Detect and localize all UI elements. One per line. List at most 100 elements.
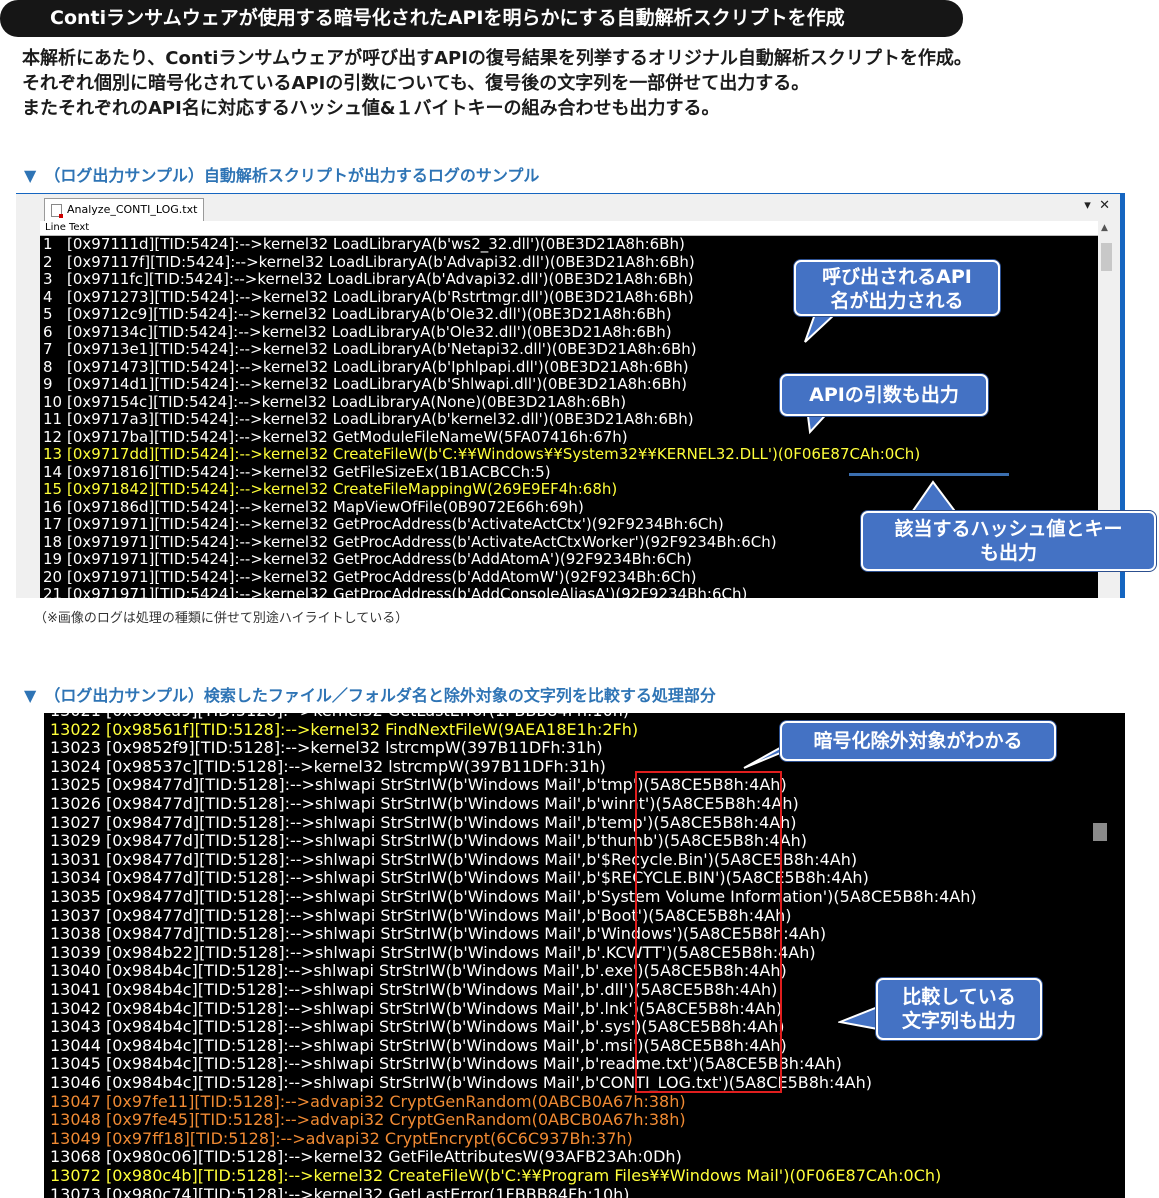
line-number: 16 xyxy=(43,497,63,516)
scroll-up-icon[interactable]: ▲ xyxy=(1101,223,1108,233)
note-text: （※画像のログは処理の種類に併せて別途ハイライトしている） xyxy=(34,611,409,626)
line-number: 1 xyxy=(43,236,53,253)
line-number: 6 xyxy=(43,322,53,341)
log-row[interactable]: 13049 [0x97ff18][TID:5128]:-->advapi32 C… xyxy=(50,1129,633,1149)
section2-heading-text: （ログ出力サンプル）検索したファイル／フォルダ名と除外対象の文字列を比較する処理… xyxy=(44,686,716,705)
callout-api-name-text: 呼び出されるAPI 名が出力される xyxy=(822,266,972,312)
log-row[interactable]: 7 [0x9713e1][TID:5424]:-->kernel32 LoadLi… xyxy=(40,340,697,359)
column-text[interactable]: Text xyxy=(69,221,89,235)
log-row[interactable]: 13035 [0x98477d][TID:5128]:-->shlwapi St… xyxy=(50,887,977,907)
log-row[interactable]: 12 [0x9717ba][TID:5424]:-->kernel32 GetMo… xyxy=(40,427,628,447)
log-text: [0x971971][TID:5424]:-->kernel32 GetProc… xyxy=(67,550,692,568)
line-number: 14 xyxy=(43,462,63,481)
line-number: 18 xyxy=(43,532,63,551)
log-row[interactable]: 9 [0x9714d1][TID:5424]:-->kernel32 LoadLi… xyxy=(40,375,687,394)
scrollbar-thumb[interactable] xyxy=(1101,243,1112,271)
intro-line: それぞれ個別に暗号化されているAPIの引数についても、復号後の文字列を一部併せて… xyxy=(22,73,810,94)
log-text: [0x97117f][TID:5424]:-->kernel32 LoadLib… xyxy=(67,252,695,271)
log-excerpt-window[interactable]: 13021 [0x980ca9][TID:5128]:-->kernel32 G… xyxy=(44,713,1125,1198)
callout-hash-key: 該当するハッシュ値とキー も出力 xyxy=(861,511,1156,571)
column-line[interactable]: Line xyxy=(45,221,66,235)
tab-analyze-conti-log[interactable]: Analyze_CONTI_LOG.txt xyxy=(44,198,205,221)
log-row[interactable]: 15 [0x971842][TID:5424]:-->kernel32 Creat… xyxy=(40,480,618,499)
compare-strings-highlight-box xyxy=(635,771,782,1093)
log-row[interactable]: 13 [0x9717dd][TID:5424]:-->kernel32 Creat… xyxy=(40,445,921,464)
log-row[interactable]: 13023 [0x9852f9][TID:5128]:-->kernel32 l… xyxy=(50,739,603,758)
triangle-down-icon: ▼ xyxy=(24,686,37,705)
log-row[interactable]: 16 [0x97186d][TID:5424]:-->kernel32 MapVi… xyxy=(40,497,584,517)
log-row[interactable]: 11 [0x9717a3][TID:5424]:-->kernel32 LoadL… xyxy=(40,410,694,429)
log-row[interactable]: 19 [0x971971][TID:5424]:-->kernel32 GetPr… xyxy=(40,550,692,569)
line-number: 12 xyxy=(43,427,63,446)
log-text: [0x9717ba][TID:5424]:-->kernel32 GetModu… xyxy=(67,427,628,446)
callout-api-name: 呼び出されるAPI 名が出力される xyxy=(794,260,1000,316)
section1-heading: ▼ （ログ出力サンプル）自動解析スクリプトが出力するログのサンプル xyxy=(24,162,539,186)
log-row[interactable]: 6 [0x97134c][TID:5424]:-->kernel32 LoadLi… xyxy=(40,322,672,342)
log-row[interactable]: 8 [0x971473][TID:5424]:-->kernel32 LoadLi… xyxy=(40,357,689,377)
log-row[interactable]: 10 [0x97154c][TID:5424]:-->kernel32 LoadL… xyxy=(40,392,627,412)
line-number: 9 xyxy=(43,375,53,393)
log-row[interactable]: 20 [0x971971][TID:5424]:-->kernel32 GetPr… xyxy=(40,567,696,587)
log-row[interactable]: 13047 [0x97fe11][TID:5128]:-->advapi32 C… xyxy=(50,1092,686,1112)
line-number: 8 xyxy=(43,357,53,376)
log-row[interactable]: 13022 [0x98561f][TID:5128]:-->kernel32 F… xyxy=(50,720,638,740)
line-number: 19 xyxy=(43,550,63,568)
section2-heading: ▼ （ログ出力サンプル）検索したファイル／フォルダ名と除外対象の文字列を比較する処… xyxy=(24,682,716,706)
scrollbar-thumb[interactable] xyxy=(1093,823,1107,841)
close-icon[interactable]: ✕ xyxy=(1099,198,1110,213)
log-text: [0x971273][TID:5424]:-->kernel32 LoadLib… xyxy=(67,287,694,306)
line-number: 13 xyxy=(43,445,63,463)
column-header: Line Text xyxy=(40,221,1098,236)
line-number: 11 xyxy=(43,410,63,428)
log-row[interactable]: 21 [0x971971][TID:5424]:-->kernel32 GetPr… xyxy=(40,585,748,598)
log-row[interactable]: 18 [0x971971][TID:5424]:-->kernel32 GetPr… xyxy=(40,532,777,552)
log-text: [0x9717a3][TID:5424]:-->kernel32 LoadLib… xyxy=(67,410,694,428)
log-text: [0x9714d1][TID:5424]:-->kernel32 LoadLib… xyxy=(67,375,687,393)
log-text: [0x971971][TID:5424]:-->kernel32 GetProc… xyxy=(67,585,748,598)
log-text: [0x97111d][TID:5424]:-->kernel32 LoadLib… xyxy=(67,236,685,253)
window-controls: ▾ ✕ xyxy=(1084,198,1110,213)
log-row[interactable]: 13073 [0x980c74][TID:5128]:-->kernel32 G… xyxy=(50,1185,630,1198)
log-text: [0x97186d][TID:5424]:-->kernel32 MapView… xyxy=(67,497,584,516)
intro-line: またそれぞれのAPI名に対応するハッシュ値&１バイトキーの組み合わせも出力する。 xyxy=(22,98,720,119)
line-number: 20 xyxy=(43,567,63,586)
line-number: 21 xyxy=(43,585,63,598)
callout-exclusion-text: 暗号化除外対象がわかる xyxy=(813,730,1023,752)
log-row[interactable]: 1 [0x97111d][TID:5424]:-->kernel32 LoadLi… xyxy=(40,236,685,254)
log-text: [0x97154c][TID:5424]:-->kernel32 LoadLib… xyxy=(67,392,627,411)
callout-api-args-text: APIの引数も出力 xyxy=(809,384,959,406)
log-row[interactable]: 17 [0x971971][TID:5424]:-->kernel32 GetPr… xyxy=(40,515,724,534)
callout-compare-text: 比較している 文字列も出力 xyxy=(901,986,1016,1032)
callout-compare: 比較している 文字列も出力 xyxy=(876,978,1042,1040)
line-number: 4 xyxy=(43,287,53,306)
log-row[interactable]: 13048 [0x97fe45][TID:5128]:-->advapi32 C… xyxy=(50,1111,686,1130)
log-row[interactable]: 5 [0x9712c9][TID:5424]:-->kernel32 LoadLi… xyxy=(40,305,672,324)
log-text: [0x9712c9][TID:5424]:-->kernel32 LoadLib… xyxy=(67,305,672,323)
log-text: [0x9713e1][TID:5424]:-->kernel32 LoadLib… xyxy=(67,340,697,358)
log-row[interactable]: 3 [0x9711fc][TID:5424]:-->kernel32 LoadLi… xyxy=(40,270,693,289)
tab-strip: Analyze_CONTI_LOG.txt ▾ ✕ xyxy=(16,194,1120,221)
section1-heading-text: （ログ出力サンプル）自動解析スクリプトが出力するログのサンプル xyxy=(44,166,540,185)
line-number: 15 xyxy=(43,480,63,498)
callout-exclusion: 暗号化除外対象がわかる xyxy=(780,721,1056,761)
log-row[interactable]: 4 [0x971273][TID:5424]:-->kernel32 LoadLi… xyxy=(40,287,694,307)
log-text: [0x9717dd][TID:5424]:-->kernel32 CreateF… xyxy=(67,445,921,463)
log-row[interactable]: 14 [0x971816][TID:5424]:-->kernel32 GetFi… xyxy=(40,462,551,482)
log-text: [0x971842][TID:5424]:-->kernel32 CreateF… xyxy=(67,480,618,498)
hash-key-underline xyxy=(849,473,1009,476)
log-text: [0x971816][TID:5424]:-->kernel32 GetFile… xyxy=(67,462,551,481)
page-title: Contiランサムウェアが使用する暗号化されたAPIを明らかにする自動解析スクリ… xyxy=(0,0,963,37)
log-row[interactable]: 2 [0x97117f][TID:5424]:-->kernel32 LoadLi… xyxy=(40,252,695,272)
line-number: 5 xyxy=(43,305,53,323)
line-number: 2 xyxy=(43,252,53,271)
line-number: 17 xyxy=(43,515,63,533)
intro-text: 本解析にあたり、Contiランサムウェアが呼び出すAPIの復号結果を列挙するオリ… xyxy=(22,46,972,121)
dropdown-icon[interactable]: ▾ xyxy=(1084,198,1091,213)
log-row[interactable]: 13072 [0x980c4b][TID:5128]:-->kernel32 C… xyxy=(50,1166,941,1186)
log-text: [0x971473][TID:5424]:-->kernel32 LoadLib… xyxy=(67,357,689,376)
log-row[interactable]: 13024 [0x98537c][TID:5128]:-->kernel32 l… xyxy=(50,757,606,777)
log-row[interactable]: 13068 [0x980c06][TID:5128]:-->kernel32 G… xyxy=(50,1148,682,1167)
callout-hash-key-text: 該当するハッシュ値とキー も出力 xyxy=(894,518,1123,564)
line-number: 7 xyxy=(43,340,53,358)
callout-api-args: APIの引数も出力 xyxy=(780,374,988,416)
